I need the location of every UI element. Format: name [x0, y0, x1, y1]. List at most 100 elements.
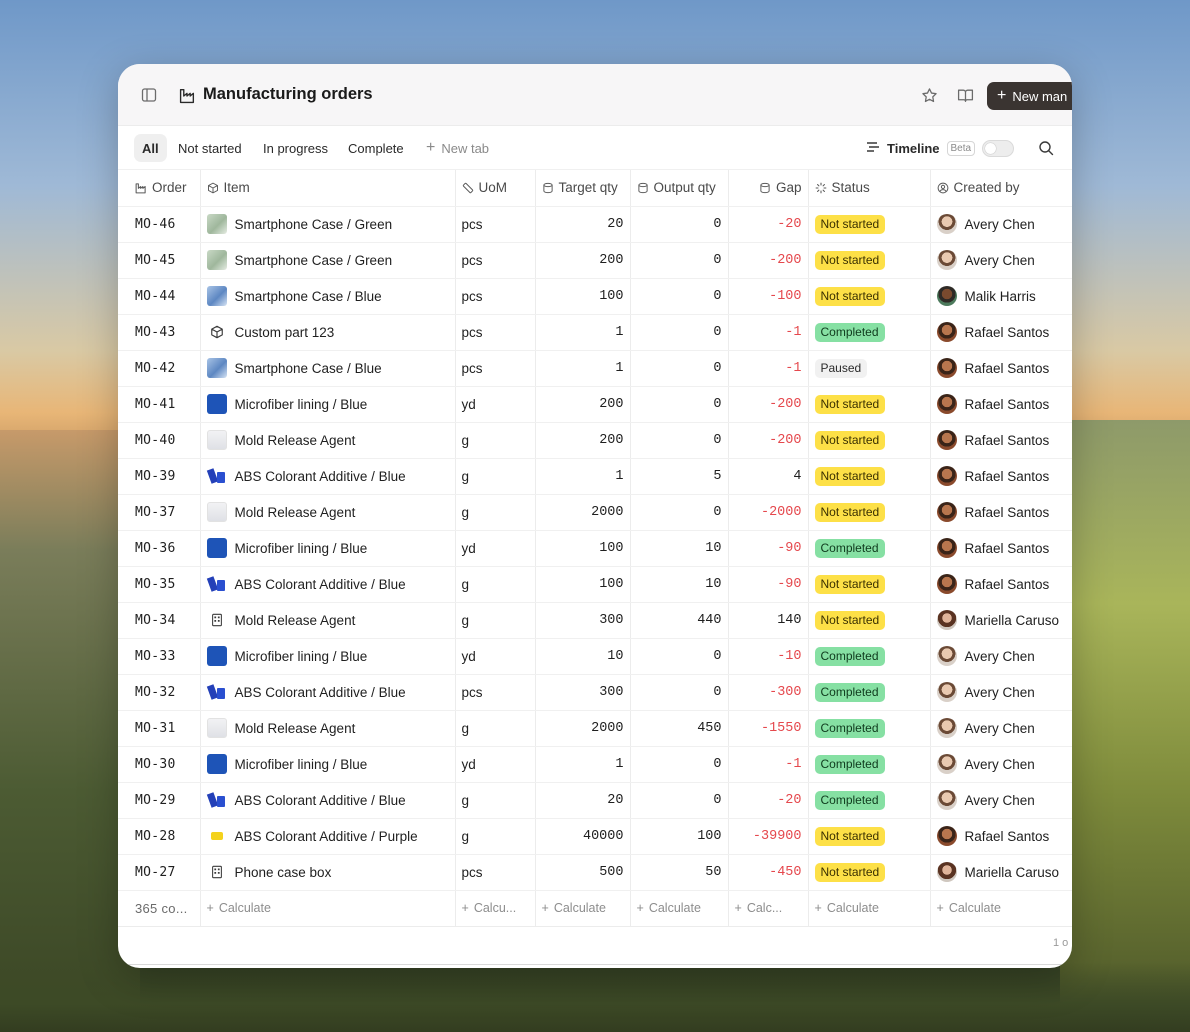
gap-cell[interactable]: -1550 — [728, 710, 809, 747]
target-qty-cell[interactable]: 100 — [535, 278, 631, 315]
order-id-cell[interactable]: MO-36 — [118, 530, 201, 567]
status-cell[interactable]: Completed — [808, 530, 931, 567]
status-cell[interactable]: Not started — [808, 602, 931, 639]
item-cell[interactable]: ABS Colorant Additive / Purple — [200, 818, 456, 855]
output-qty-cell[interactable]: 50 — [630, 854, 729, 891]
created-by-cell[interactable]: Rafael Santos — [930, 818, 1072, 855]
created-by-cell[interactable]: Avery Chen — [930, 638, 1072, 675]
calculate-uom-button[interactable]: + Calcu... — [455, 890, 536, 927]
column-header-created-by[interactable]: Created by — [930, 170, 1072, 207]
target-qty-cell[interactable]: 500 — [535, 854, 631, 891]
calculate-created-by-button[interactable]: + Calculate — [930, 890, 1072, 927]
uom-cell[interactable]: g — [455, 458, 536, 495]
item-cell[interactable]: Custom part 123 — [200, 314, 456, 351]
column-header-target-qty[interactable]: Target qty — [535, 170, 631, 207]
calculate-output-button[interactable]: + Calculate — [630, 890, 729, 927]
target-qty-cell[interactable]: 100 — [535, 530, 631, 567]
item-cell[interactable]: Smartphone Case / Green — [200, 206, 456, 243]
uom-cell[interactable]: pcs — [455, 314, 536, 351]
order-id-cell[interactable]: MO-43 — [118, 314, 201, 351]
order-id-cell[interactable]: MO-41 — [118, 386, 201, 423]
status-cell[interactable]: Paused — [808, 350, 931, 387]
uom-cell[interactable]: pcs — [455, 206, 536, 243]
created-by-cell[interactable]: Mariella Caruso — [930, 602, 1072, 639]
order-id-cell[interactable]: MO-31 — [118, 710, 201, 747]
target-qty-cell[interactable]: 300 — [535, 602, 631, 639]
table-row[interactable]: MO-44 Smartphone Case / Blue pcs 100 0 -100 No… — [118, 278, 1072, 315]
target-qty-cell[interactable]: 200 — [535, 386, 631, 423]
table-row[interactable]: MO-29 ABS Colorant Additive / Blue g 20 0 -20… — [118, 782, 1072, 819]
gap-cell[interactable]: -2000 — [728, 494, 809, 531]
output-qty-cell[interactable]: 0 — [630, 674, 729, 711]
created-by-cell[interactable]: Avery Chen — [930, 206, 1072, 243]
output-qty-cell[interactable]: 440 — [630, 602, 729, 639]
status-cell[interactable]: Completed — [808, 638, 931, 675]
table-row[interactable]: MO-33 Microfiber lining / Blue yd 10 0 -10 Com… — [118, 638, 1072, 675]
uom-cell[interactable]: yd — [455, 746, 536, 783]
table-row[interactable]: MO-45 Smartphone Case / Green pcs 200 0 -200 N… — [118, 242, 1072, 279]
column-header-order[interactable]: Order — [118, 170, 201, 207]
output-qty-cell[interactable]: 0 — [630, 386, 729, 423]
table-row[interactable]: MO-37 Mold Release Agent g 2000 0 -2000 Not st… — [118, 494, 1072, 531]
favorite-star-icon[interactable] — [920, 86, 938, 104]
item-cell[interactable]: Mold Release Agent — [200, 494, 456, 531]
table-row[interactable]: MO-28 ABS Colorant Additive / Purple g 4000… — [118, 818, 1072, 855]
status-cell[interactable]: Not started — [808, 206, 931, 243]
status-cell[interactable]: Completed — [808, 674, 931, 711]
target-qty-cell[interactable]: 1 — [535, 350, 631, 387]
uom-cell[interactable]: g — [455, 494, 536, 531]
gap-cell[interactable]: -1 — [728, 746, 809, 783]
table-row[interactable]: MO-41 Microfiber lining / Blue yd 200 0 -200 N… — [118, 386, 1072, 423]
status-cell[interactable]: Not started — [808, 422, 931, 459]
target-qty-cell[interactable]: 1 — [535, 746, 631, 783]
created-by-cell[interactable]: Rafael Santos — [930, 386, 1072, 423]
created-by-cell[interactable]: Avery Chen — [930, 710, 1072, 747]
gap-cell[interactable]: 4 — [728, 458, 809, 495]
table-row[interactable]: MO-35 ABS Colorant Additive / Blue g 100 10-… — [118, 566, 1072, 603]
order-id-cell[interactable]: MO-28 — [118, 818, 201, 855]
order-id-cell[interactable]: MO-29 — [118, 782, 201, 819]
created-by-cell[interactable]: Rafael Santos — [930, 422, 1072, 459]
uom-cell[interactable]: pcs — [455, 278, 536, 315]
order-id-cell[interactable]: MO-35 — [118, 566, 201, 603]
output-qty-cell[interactable]: 450 — [630, 710, 729, 747]
uom-cell[interactable]: g — [455, 602, 536, 639]
created-by-cell[interactable]: Rafael Santos — [930, 566, 1072, 603]
status-cell[interactable]: Not started — [808, 494, 931, 531]
item-cell[interactable]: ABS Colorant Additive / Blue — [200, 566, 456, 603]
output-qty-cell[interactable]: 0 — [630, 422, 729, 459]
output-qty-cell[interactable]: 5 — [630, 458, 729, 495]
gap-cell[interactable]: -1 — [728, 350, 809, 387]
sidebar-toggle-icon[interactable] — [140, 86, 158, 104]
output-qty-cell[interactable]: 10 — [630, 530, 729, 567]
created-by-cell[interactable]: Avery Chen — [930, 674, 1072, 711]
created-by-cell[interactable]: Avery Chen — [930, 242, 1072, 279]
order-id-cell[interactable]: MO-39 — [118, 458, 201, 495]
gap-cell[interactable]: -300 — [728, 674, 809, 711]
target-qty-cell[interactable]: 200 — [535, 242, 631, 279]
table-row[interactable]: MO-42 Smartphone Case / Blue pcs 1 0 -1 Paused… — [118, 350, 1072, 387]
item-cell[interactable]: Mold Release Agent — [200, 602, 456, 639]
uom-cell[interactable]: pcs — [455, 674, 536, 711]
created-by-cell[interactable]: Rafael Santos — [930, 494, 1072, 531]
calculate-target-button[interactable]: + Calculate — [535, 890, 631, 927]
item-cell[interactable]: Smartphone Case / Blue — [200, 278, 456, 315]
new-tab-button[interactable]: + New tab — [418, 134, 497, 162]
order-id-cell[interactable]: MO-40 — [118, 422, 201, 459]
target-qty-cell[interactable]: 2000 — [535, 494, 631, 531]
order-id-cell[interactable]: MO-32 — [118, 674, 201, 711]
column-header-status[interactable]: Status — [808, 170, 931, 207]
target-qty-cell[interactable]: 10 — [535, 638, 631, 675]
item-cell[interactable]: Mold Release Agent — [200, 422, 456, 459]
status-cell[interactable]: Completed — [808, 710, 931, 747]
uom-cell[interactable]: g — [455, 818, 536, 855]
status-cell[interactable]: Not started — [808, 458, 931, 495]
table-row[interactable]: MO-40 Mold Release Agent g 200 0 -200 Not star… — [118, 422, 1072, 459]
column-header-uom[interactable]: UoM — [455, 170, 536, 207]
calculate-item-button[interactable]: + Calculate — [200, 890, 456, 927]
item-cell[interactable]: Microfiber lining / Blue — [200, 746, 456, 783]
status-cell[interactable]: Completed — [808, 314, 931, 351]
target-qty-cell[interactable]: 2000 — [535, 710, 631, 747]
table-row[interactable]: MO-31 Mold Release Agent g 2000 450 -1550 Comp… — [118, 710, 1072, 747]
order-id-cell[interactable]: MO-34 — [118, 602, 201, 639]
